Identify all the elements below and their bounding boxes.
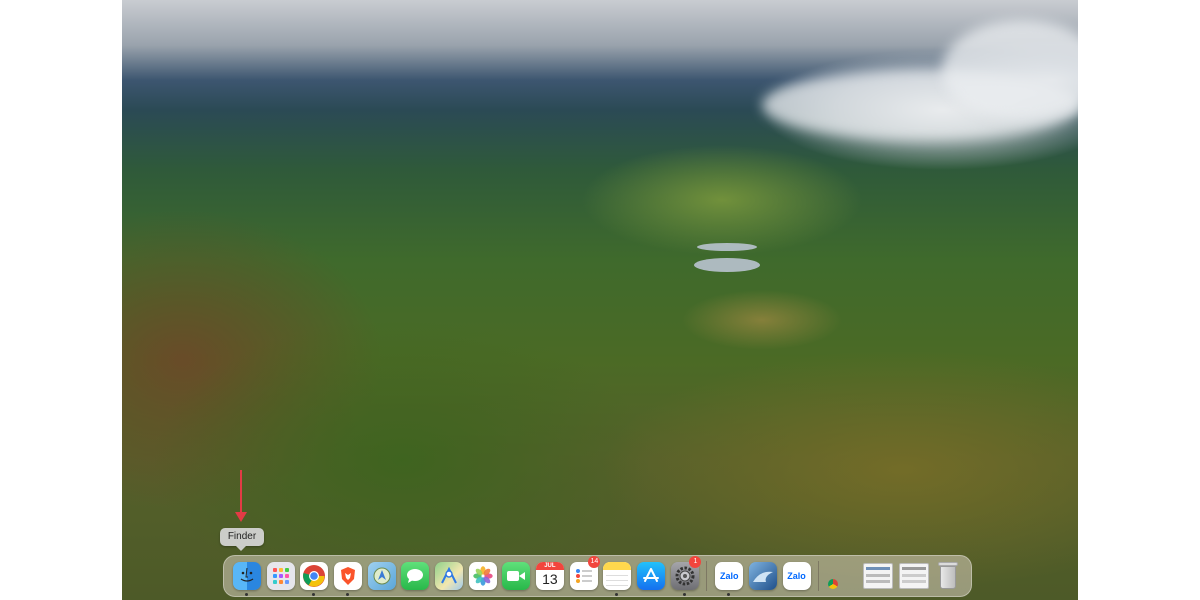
launchpad-icon	[266, 562, 295, 590]
brave-icon	[333, 562, 362, 590]
facetime-icon	[502, 562, 531, 590]
dock-item-photos[interactable]	[466, 559, 500, 593]
dock-item-chrome[interactable]	[297, 559, 331, 596]
dock-item-reminders[interactable]: 14	[567, 556, 601, 593]
calendar-day: 13	[542, 571, 558, 587]
annotation-arrow	[240, 470, 242, 516]
maps-icon	[434, 562, 463, 590]
dock-item-app-store[interactable]	[634, 559, 668, 593]
messages-icon	[401, 562, 430, 590]
running-indicator	[682, 593, 686, 596]
dock-item-zalo[interactable]: Zalo	[712, 559, 746, 596]
running-indicator	[727, 593, 731, 596]
running-indicator	[245, 593, 248, 596]
window-thumbnail-icon	[828, 579, 839, 589]
chrome-icon	[300, 562, 329, 590]
window-thumbnail-icon	[862, 563, 893, 589]
dock-minimized-window-3[interactable]	[896, 559, 932, 593]
window-thumbnail-icon	[898, 563, 929, 589]
notification-badge: 14	[588, 556, 601, 568]
dock-item-navigator[interactable]	[365, 559, 399, 593]
dock-item-zalo-2[interactable]: Zalo	[780, 559, 814, 593]
notes-icon	[603, 562, 632, 590]
zalo-icon: Zalo	[715, 562, 744, 590]
running-indicator	[615, 593, 619, 596]
dock-tooltip: Finder	[220, 528, 264, 546]
dock-minimized-window-1[interactable]	[824, 559, 860, 593]
dock-item-system-settings[interactable]: 1	[668, 556, 702, 596]
compass-icon	[367, 562, 396, 590]
dock: JUL 13 14 1 Zalo Zalo	[223, 555, 972, 597]
dock-item-brave[interactable]	[331, 559, 365, 596]
trash-icon	[937, 562, 959, 590]
dock-item-messages[interactable]	[398, 559, 432, 593]
zalo-label: Zalo	[719, 571, 739, 581]
zalo-label: Zalo	[787, 571, 806, 581]
pond	[697, 243, 757, 251]
dock-item-trash[interactable]	[931, 559, 965, 593]
dock-item-facetime[interactable]	[499, 559, 533, 593]
dock-minimized-window-2[interactable]	[860, 559, 896, 593]
running-indicator	[312, 593, 316, 596]
dock-item-launchpad[interactable]	[264, 559, 298, 593]
wave-icon	[748, 562, 777, 590]
notification-badge: 1	[689, 556, 702, 568]
app-store-icon	[636, 562, 665, 590]
dock-tooltip-tail	[236, 546, 246, 551]
calendar-icon: JUL 13	[535, 562, 564, 590]
dock-item-finder[interactable]	[230, 559, 264, 596]
desktop-wallpaper	[122, 0, 1078, 600]
running-indicator	[346, 593, 350, 596]
dock-item-installer[interactable]	[746, 559, 780, 593]
photos-icon	[468, 562, 497, 590]
annotation-arrow-head	[235, 512, 247, 522]
finder-icon	[232, 562, 261, 590]
dock-separator	[706, 561, 708, 591]
dock-separator	[818, 561, 820, 591]
calendar-month: JUL	[535, 562, 564, 570]
dock-item-maps[interactable]	[432, 559, 466, 593]
dock-item-calendar[interactable]: JUL 13	[533, 559, 567, 593]
zalo-icon: Zalo	[782, 562, 811, 590]
pond	[694, 258, 760, 272]
dock-item-notes[interactable]	[600, 559, 634, 596]
